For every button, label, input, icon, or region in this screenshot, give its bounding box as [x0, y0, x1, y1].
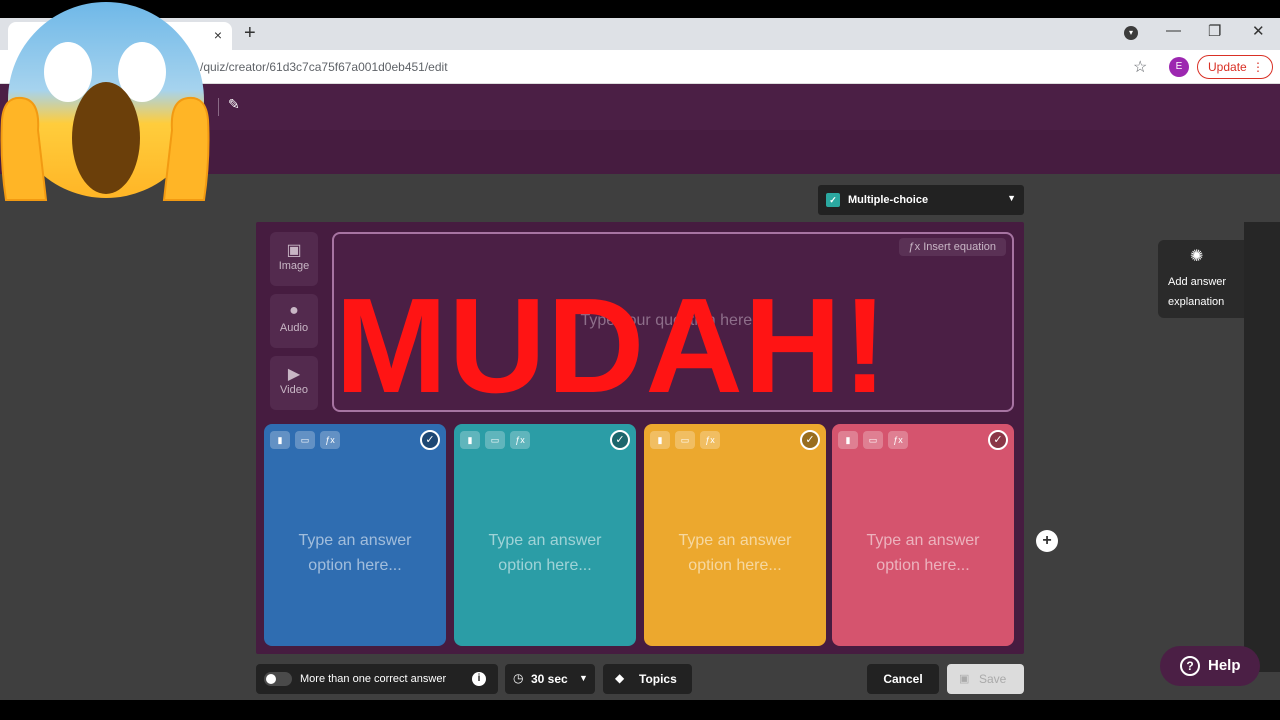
mark-correct-icon[interactable]: ✓ — [800, 430, 820, 450]
add-answer-button[interactable]: + — [1036, 530, 1058, 552]
image-icon[interactable]: ▭ — [675, 431, 695, 449]
equation-icon[interactable]: ƒx — [510, 431, 530, 449]
answer-option-4[interactable]: ▮ ▭ ƒx ✓ Type an answer option here... — [832, 424, 1014, 646]
answer-toolbar: ▮ ▭ ƒx — [270, 430, 345, 449]
minimize-icon[interactable]: — — [1166, 22, 1181, 39]
insert-equation-button[interactable]: ƒx Insert equation — [898, 238, 1006, 256]
microphone-icon: ● — [289, 302, 299, 319]
multi-correct-control: More than one correct answer i — [256, 664, 498, 694]
tab-search-icon[interactable]: ▾ — [1124, 26, 1138, 40]
multi-correct-label: More than one correct answer — [300, 673, 447, 685]
tag-icon: ◆ — [615, 671, 625, 685]
add-explanation-button[interactable]: ✺ Add answer explanation — [1158, 240, 1246, 318]
image-icon[interactable]: ▭ — [863, 431, 883, 449]
help-label: Help — [1208, 657, 1241, 674]
delete-icon[interactable]: ▮ — [270, 431, 290, 449]
delete-icon[interactable]: ▮ — [838, 431, 858, 449]
more-vert-icon: ⋮ — [1252, 60, 1264, 74]
add-audio-button[interactable]: ● Audio — [270, 294, 318, 348]
update-button[interactable]: Update ⋮ — [1197, 55, 1273, 79]
delete-icon[interactable]: ▮ — [650, 431, 670, 449]
answer-placeholder: Type an answer option here... — [488, 532, 602, 574]
bookmark-star-icon[interactable]: ☆ — [1133, 57, 1147, 77]
save-label: Save — [979, 672, 1007, 686]
play-icon: ▶ — [287, 366, 301, 383]
checkbox-icon: ✓ — [826, 193, 840, 207]
image-icon[interactable]: ▭ — [295, 431, 315, 449]
info-icon[interactable]: i — [472, 672, 486, 686]
screaming-face-emoji-icon — [0, 2, 210, 201]
equation-icon[interactable]: ƒx — [320, 431, 340, 449]
url-field[interactable]: /quiz/creator/61d3c7ca75f67a001d0eb451/e… — [200, 60, 448, 74]
timer-dropdown[interactable]: ◷ 30 sec ▼ — [505, 664, 595, 694]
image-icon: ▣ — [286, 242, 302, 259]
media-label: Image — [278, 260, 310, 272]
topics-label: Topics — [639, 672, 677, 686]
new-tab-button[interactable]: + — [244, 22, 256, 45]
media-label: Video — [280, 384, 308, 396]
close-window-icon[interactable]: ✕ — [1252, 22, 1265, 40]
question-type-label: Multiple-choice — [848, 194, 929, 206]
answer-placeholder: Type an answer option here... — [866, 532, 980, 574]
delete-icon[interactable]: ▮ — [460, 431, 480, 449]
overlay-caption: MUDAH! — [335, 270, 889, 421]
equation-icon[interactable]: ƒx — [888, 431, 908, 449]
profile-avatar[interactable]: E — [1169, 57, 1189, 77]
insert-equation-label: Insert equation — [923, 241, 996, 253]
side-panel — [1244, 222, 1280, 672]
update-label: Update — [1208, 60, 1247, 74]
chevron-down-icon: ▼ — [579, 673, 588, 683]
question-type-dropdown[interactable]: ✓ Multiple-choice ▼ — [818, 185, 1024, 215]
save-button[interactable]: ▣ Save — [947, 664, 1024, 694]
answer-option-3[interactable]: ▮ ▭ ƒx ✓ Type an answer option here... — [644, 424, 826, 646]
equation-icon: ƒx — [908, 241, 924, 253]
add-image-button[interactable]: ▣ Image — [270, 232, 318, 286]
add-video-button[interactable]: ▶ Video — [270, 356, 318, 410]
cancel-button[interactable]: Cancel — [867, 664, 939, 694]
media-label: Audio — [279, 322, 309, 334]
mark-correct-icon[interactable]: ✓ — [610, 430, 630, 450]
image-icon[interactable]: ▭ — [485, 431, 505, 449]
toggle-knob — [266, 674, 276, 684]
timer-value: 30 sec — [531, 672, 568, 686]
answer-option-1[interactable]: ▮ ▭ ƒx ✓ Type an answer option here... — [264, 424, 446, 646]
answer-toolbar: ▮ ▭ ƒx — [838, 430, 913, 449]
answer-option-2[interactable]: ▮ ▭ ƒx ✓ Type an answer option here... — [454, 424, 636, 646]
tab-close-icon[interactable]: × — [214, 27, 222, 43]
divider — [218, 98, 219, 116]
explanation-label: Add answer explanation — [1168, 276, 1227, 308]
mark-correct-icon[interactable]: ✓ — [420, 430, 440, 450]
pencil-icon[interactable]: ✎ — [228, 96, 240, 113]
lightbulb-icon: ✺ — [1190, 248, 1204, 265]
equation-icon[interactable]: ƒx — [700, 431, 720, 449]
answer-placeholder: Type an answer option here... — [678, 532, 792, 574]
question-icon: ? — [1180, 656, 1200, 676]
chevron-down-icon: ▼ — [1007, 193, 1016, 203]
answer-placeholder: Type an answer option here... — [298, 532, 412, 574]
answer-toolbar: ▮ ▭ ƒx — [460, 430, 535, 449]
answer-toolbar: ▮ ▭ ƒx — [650, 430, 725, 449]
topics-button[interactable]: ◆ Topics — [603, 664, 692, 694]
help-button[interactable]: ? Help — [1160, 646, 1260, 686]
stopwatch-icon: ◷ — [513, 671, 524, 685]
mark-correct-icon[interactable]: ✓ — [988, 430, 1008, 450]
restore-icon[interactable]: ❐ — [1208, 22, 1221, 40]
save-icon: ▣ — [959, 673, 970, 685]
